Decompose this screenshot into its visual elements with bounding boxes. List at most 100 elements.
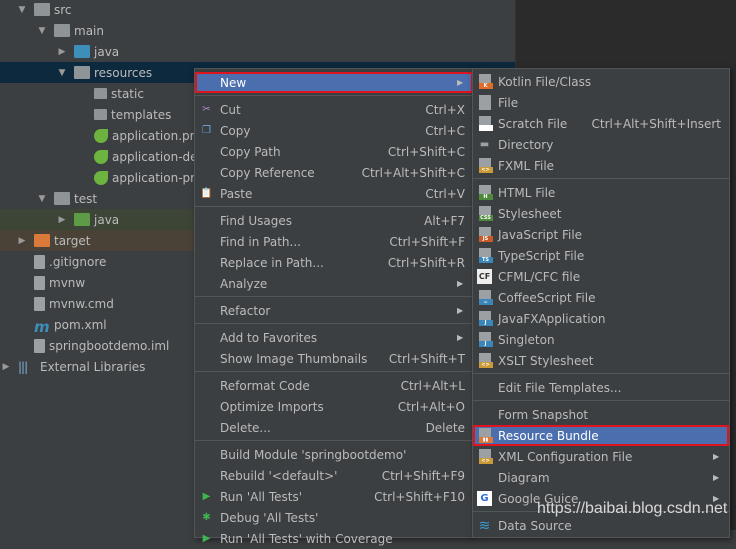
menu-item-run-all-tests-with-coverage[interactable]: ▶ Run 'All Tests' with Coverage xyxy=(195,528,473,549)
new-item-directory[interactable]: ▬ Directory xyxy=(473,134,729,155)
spring-config-icon xyxy=(94,170,108,185)
menu-item-copy-reference[interactable]: Copy Reference Ctrl+Alt+Shift+C xyxy=(195,162,473,183)
menu-item-build-module-springbootdemo[interactable]: Build Module 'springbootdemo' xyxy=(195,444,473,465)
paste-icon: 📋 xyxy=(200,188,213,199)
shortcut-label: Ctrl+Shift+F xyxy=(389,234,465,249)
tree-item-label: java xyxy=(94,212,120,227)
menu-item-refactor[interactable]: Refactor ▶ xyxy=(195,300,473,321)
expanded-arrow-icon[interactable]: ▼ xyxy=(16,5,28,15)
menu-item-label: FXML File xyxy=(498,158,555,173)
new-item-data-source[interactable]: ≋ Data Source xyxy=(473,515,729,536)
menu-item-paste[interactable]: 📋 Paste Ctrl+V xyxy=(195,183,473,204)
new-item-xslt-stylesheet[interactable]: <> XSLT Stylesheet xyxy=(473,350,729,371)
xml-icon: <> xyxy=(477,449,493,464)
coverage-icon: ▶ xyxy=(202,533,211,544)
shortcut-label: Ctrl+Shift+R xyxy=(387,255,465,270)
menu-item-replace-in-path[interactable]: Replace in Path... Ctrl+Shift+R xyxy=(195,252,473,273)
menu-item-label: Run 'All Tests' with Coverage xyxy=(220,531,393,546)
scratch-icon: ◔ xyxy=(477,116,493,131)
new-item-xml-configuration-file[interactable]: <> XML Configuration File ▶ xyxy=(473,446,729,467)
menu-item-label: XML Configuration File xyxy=(498,449,633,464)
tree-item[interactable]: ▼ src xyxy=(0,0,515,20)
menu-item-delete[interactable]: Delete... Delete xyxy=(195,417,473,438)
collapsed-arrow-icon[interactable]: ▶ xyxy=(0,362,12,372)
new-item-coffeescript-file[interactable]: ☕ CoffeeScript File xyxy=(473,287,729,308)
menu-item-show-image-thumbnails[interactable]: Show Image Thumbnails Ctrl+Shift+T xyxy=(195,348,473,369)
menu-item-label: Delete... xyxy=(220,420,271,435)
shortcut-label: Ctrl+Shift+F9 xyxy=(381,468,465,483)
menu-item-analyze[interactable]: Analyze ▶ xyxy=(195,273,473,294)
menu-item-copy-path[interactable]: Copy Path Ctrl+Shift+C xyxy=(195,141,473,162)
expanded-arrow-icon[interactable]: ▼ xyxy=(56,68,68,78)
tree-item-label: static xyxy=(111,86,144,101)
menu-item-label: Optimize Imports xyxy=(220,399,324,414)
menu-item-run-all-tests[interactable]: ▶ Run 'All Tests' Ctrl+Shift+F10 xyxy=(195,486,473,507)
collapsed-arrow-icon[interactable]: ▶ xyxy=(16,236,28,246)
shortcut-label: Alt+F7 xyxy=(424,213,465,228)
menu-item-label: Directory xyxy=(498,137,554,152)
new-item-form-snapshot[interactable]: Form Snapshot xyxy=(473,404,729,425)
copy-icon: ❐ xyxy=(202,125,211,136)
menu-item-label: Rebuild '<default>' xyxy=(220,468,338,483)
new-item-cfml-cfc-file[interactable]: CF CFML/CFC file xyxy=(473,266,729,287)
css-icon: CSS xyxy=(477,206,493,221)
watermark: https://baibai.blog.csdn.net xyxy=(537,500,728,517)
expanded-arrow-icon[interactable]: ▼ xyxy=(36,194,48,204)
shortcut-label: Ctrl+Alt+Shift+Insert xyxy=(591,116,721,131)
menu-item-reformat-code[interactable]: Reformat Code Ctrl+Alt+L xyxy=(195,375,473,396)
menu-item-rebuild-default[interactable]: Rebuild '<default>' Ctrl+Shift+F9 xyxy=(195,465,473,486)
resource-bundle-icon: ▮▮ xyxy=(477,428,493,443)
menu-item-label: TypeScript File xyxy=(498,248,585,263)
menu-item-cut[interactable]: ✂ Cut Ctrl+X xyxy=(195,99,473,120)
menu-item-copy[interactable]: ❐ Copy Ctrl+C xyxy=(195,120,473,141)
new-item-file[interactable]: File xyxy=(473,92,729,113)
expanded-arrow-icon[interactable]: ▼ xyxy=(36,26,48,36)
new-item-html-file[interactable]: H HTML File xyxy=(473,182,729,203)
menu-item-label: Build Module 'springbootdemo' xyxy=(220,447,407,462)
new-item-resource-bundle[interactable]: ▮▮ Resource Bundle xyxy=(473,425,729,446)
menu-item-label: Run 'All Tests' xyxy=(220,489,302,504)
menu-item-label: Cut xyxy=(220,102,241,117)
context-menu: New ▶ ✂ Cut Ctrl+X ❐ Copy Ctrl+C Copy Path Ctrl+S… xyxy=(194,68,474,546)
submenu-arrow-icon: ▶ xyxy=(457,333,464,342)
tree-item[interactable]: ▶ java xyxy=(0,41,515,62)
new-item-stylesheet[interactable]: CSS Stylesheet xyxy=(473,203,729,224)
new-item-edit-file-templates[interactable]: Edit File Templates... xyxy=(473,377,729,398)
menu-item-label: Edit File Templates... xyxy=(498,380,622,395)
menu-item-debug-all-tests[interactable]: ✱ Debug 'All Tests' xyxy=(195,507,473,528)
new-item-fxml-file[interactable]: <> FXML File xyxy=(473,155,729,176)
shortcut-label: Ctrl+C xyxy=(425,123,465,138)
collapsed-arrow-icon[interactable]: ▶ xyxy=(56,47,68,57)
menu-item-label: HTML File xyxy=(498,185,556,200)
new-item-singleton[interactable]: J Singleton xyxy=(473,329,729,350)
menu-item-add-to-favorites[interactable]: Add to Favorites ▶ xyxy=(195,327,473,348)
new-item-scratch-file[interactable]: ◔ Scratch File Ctrl+Alt+Shift+Insert xyxy=(473,113,729,134)
tree-item-label: resources xyxy=(94,65,153,80)
new-item-javascript-file[interactable]: JS JavaScript File xyxy=(473,224,729,245)
new-item-typescript-file[interactable]: TS TypeScript File xyxy=(473,245,729,266)
tree-item[interactable]: ▼ main xyxy=(0,20,515,41)
tree-item-label: mvnw xyxy=(49,275,86,290)
tree-item-label: application.pr xyxy=(112,128,195,143)
menu-item-label: Scratch File xyxy=(498,116,568,131)
new-item-javafxapplication[interactable]: J JavaFXApplication xyxy=(473,308,729,329)
shortcut-label: Ctrl+Alt+L xyxy=(400,378,465,393)
new-item-diagram[interactable]: Diagram ▶ xyxy=(473,467,729,488)
menu-item-label: File xyxy=(498,95,519,110)
new-item-kotlin-file-class[interactable]: K Kotlin File/Class xyxy=(473,71,729,92)
java-icon: J xyxy=(477,311,493,326)
menu-item-label: Singleton xyxy=(498,332,555,347)
menu-item-find-usages[interactable]: Find Usages Alt+F7 xyxy=(195,210,473,231)
menu-item-new[interactable]: New ▶ xyxy=(195,72,473,93)
menu-item-label: Analyze xyxy=(220,276,268,291)
menu-item-label: Find in Path... xyxy=(220,234,301,249)
file-icon xyxy=(34,254,45,269)
tree-item-label: springbootdemo.iml xyxy=(49,338,170,353)
file-icon xyxy=(34,275,45,290)
ts-icon: TS xyxy=(477,248,493,263)
tree-item-label: pom.xml xyxy=(54,317,107,332)
collapsed-arrow-icon[interactable]: ▶ xyxy=(56,215,68,225)
menu-item-optimize-imports[interactable]: Optimize Imports Ctrl+Alt+O xyxy=(195,396,473,417)
menu-item-find-in-path[interactable]: Find in Path... Ctrl+Shift+F xyxy=(195,231,473,252)
run-icon: ▶ xyxy=(202,491,211,502)
